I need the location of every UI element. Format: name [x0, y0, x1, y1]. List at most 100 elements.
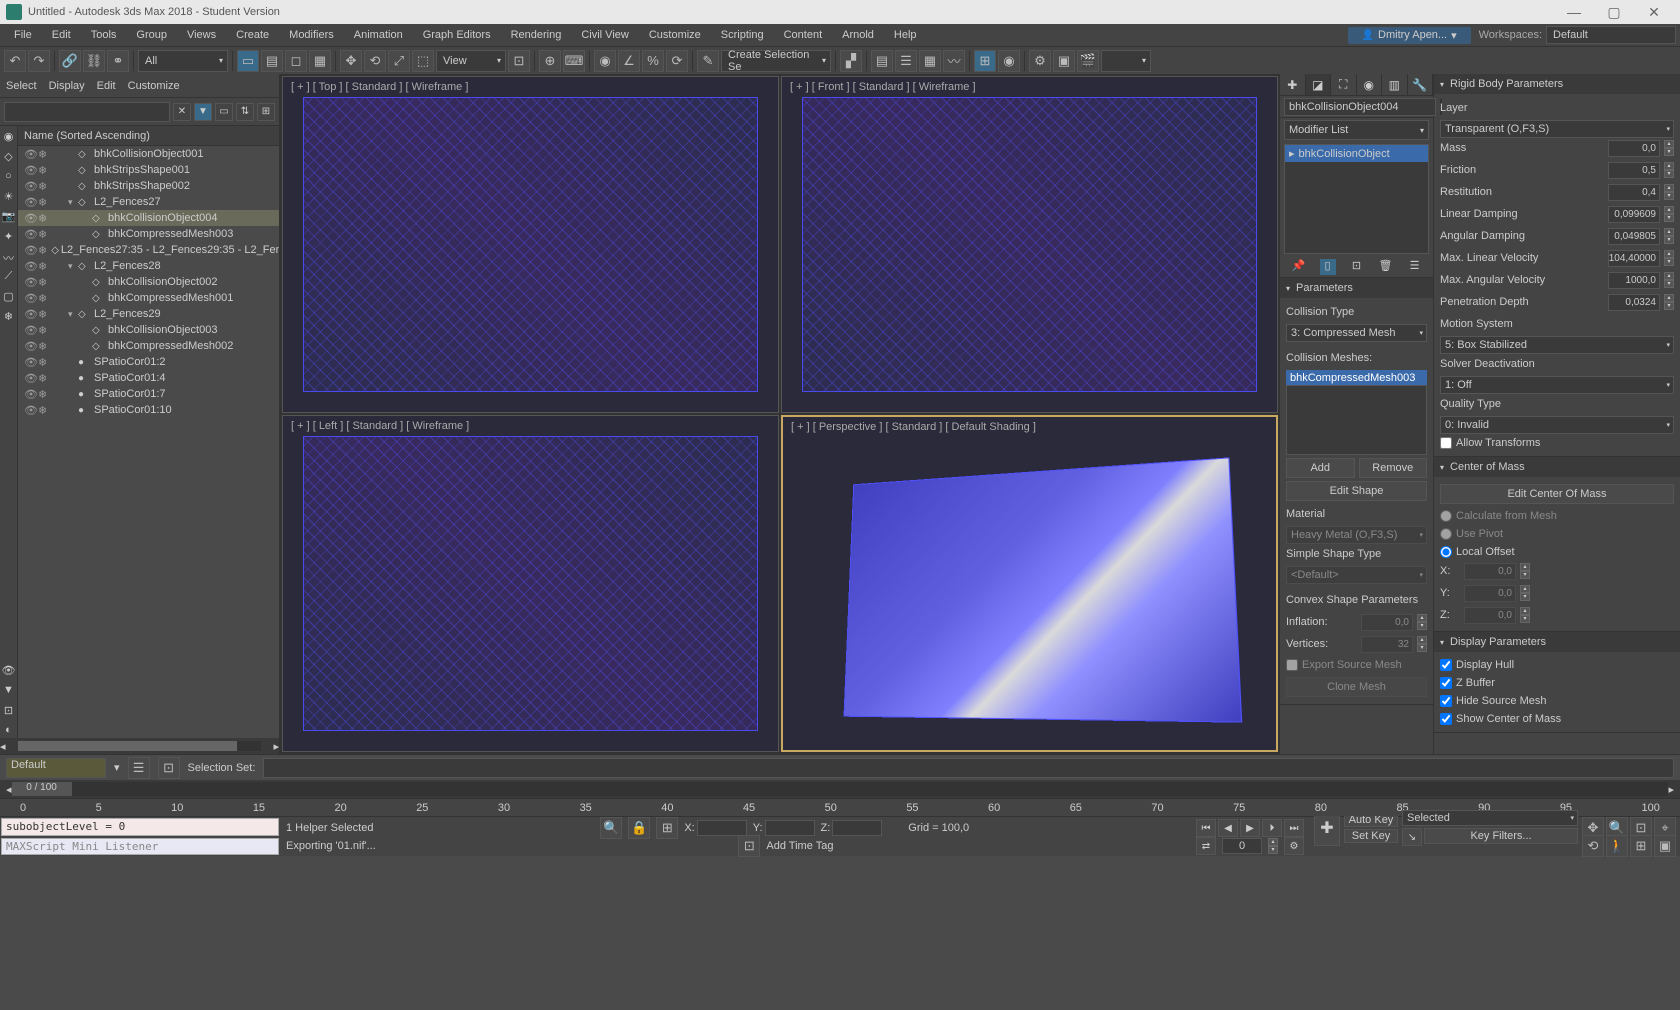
add-time-tag[interactable]: Add Time Tag: [766, 840, 833, 852]
motion-dropdown[interactable]: 5: Box Stabilized: [1440, 336, 1674, 354]
manipulate-button[interactable]: ⊕: [539, 50, 561, 72]
menu-views[interactable]: Views: [177, 27, 226, 43]
collision-type-dropdown[interactable]: 3: Compressed Mesh: [1286, 324, 1427, 342]
workspace-dropdown[interactable]: Default: [1546, 26, 1676, 44]
menu-tools[interactable]: Tools: [81, 27, 127, 43]
pendepth-spinner[interactable]: 0,0324: [1608, 294, 1660, 311]
undo-button[interactable]: ↶: [4, 50, 26, 72]
time-thumb[interactable]: 0 / 100: [12, 782, 72, 796]
link-button[interactable]: 🔗: [59, 50, 81, 72]
menu-animation[interactable]: Animation: [344, 27, 413, 43]
selection-filter-dropdown[interactable]: All: [138, 50, 228, 72]
filter-lock-icon[interactable]: ▼: [2, 684, 16, 698]
material-editor-button[interactable]: ◉: [998, 50, 1020, 72]
refcoord-dropdown[interactable]: View: [436, 50, 506, 72]
window-crossing-button[interactable]: ▦: [309, 50, 331, 72]
show-com-checkbox[interactable]: [1440, 713, 1452, 725]
viewport-perspective[interactable]: [ + ] [ Perspective ] [ Standard ] [ Def…: [781, 415, 1278, 752]
layers-icon[interactable]: ☰: [128, 757, 150, 779]
modify-tab[interactable]: ◪: [1306, 74, 1332, 95]
hierarchy-tab[interactable]: ⛶: [1331, 74, 1357, 95]
percent-snap-button[interactable]: %: [642, 50, 664, 72]
hide-source-checkbox[interactable]: [1440, 695, 1452, 707]
friction-spinner[interactable]: 0,5: [1608, 162, 1660, 179]
explorer-edit[interactable]: Edit: [97, 80, 116, 92]
render-setup-button[interactable]: ⚙: [1029, 50, 1051, 72]
maximize-button[interactable]: ▢: [1594, 4, 1634, 21]
remove-mod-button[interactable]: 🗑: [1378, 259, 1394, 275]
walk-button[interactable]: 🚶: [1606, 835, 1628, 857]
select-name-button[interactable]: ▤: [261, 50, 283, 72]
config-stack-button[interactable]: ☰: [1407, 259, 1423, 275]
filter-container-icon[interactable]: ▢: [2, 290, 16, 304]
filter-button[interactable]: ▼: [194, 103, 212, 121]
unique-button[interactable]: ⊡: [1349, 259, 1365, 275]
menu-scripting[interactable]: Scripting: [711, 27, 774, 43]
tree-item[interactable]: 👁❄◇bhkCollisionObject001: [18, 146, 279, 162]
lock-button[interactable]: 🔒: [628, 817, 650, 839]
menu-create[interactable]: Create: [226, 27, 279, 43]
move-button[interactable]: ✥: [340, 50, 362, 72]
tree-item[interactable]: 👁❄◇bhkCompressedMesh003: [18, 226, 279, 242]
menu-arnold[interactable]: Arnold: [832, 27, 884, 43]
menu-grapheditors[interactable]: Graph Editors: [413, 27, 501, 43]
viewport-top[interactable]: [ + ] [ Top ] [ Standard ] [ Wireframe ]: [282, 76, 779, 413]
menu-modifiers[interactable]: Modifiers: [279, 27, 344, 43]
menu-rendering[interactable]: Rendering: [501, 27, 572, 43]
edit-com-button[interactable]: Edit Center Of Mass: [1440, 484, 1674, 504]
maxlinv-spinner[interactable]: 104,40000: [1608, 250, 1660, 267]
edit-shape-button[interactable]: Edit Shape: [1286, 481, 1427, 501]
maxangv-spinner[interactable]: 1000,0: [1608, 272, 1660, 289]
object-name-input[interactable]: [1284, 98, 1436, 116]
viewport-front-label[interactable]: [ + ] [ Front ] [ Standard ] [ Wireframe…: [790, 81, 976, 93]
center-of-mass-rollout[interactable]: Center of Mass: [1434, 457, 1680, 477]
layer-set-input[interactable]: Default: [6, 758, 106, 778]
menu-help[interactable]: Help: [884, 27, 927, 43]
snap-button[interactable]: ◉: [594, 50, 616, 72]
local-radio[interactable]: [1440, 546, 1452, 558]
tree-item[interactable]: 👁❄▾◇L2_Fences28: [18, 258, 279, 274]
pivot-button[interactable]: ⊡: [508, 50, 530, 72]
tree-item[interactable]: 👁❄●SPatioCor01:4: [18, 370, 279, 386]
keyboard-button[interactable]: ⌨: [563, 50, 585, 72]
filter-shape-icon[interactable]: ○: [2, 170, 16, 184]
selection-set-dropdown[interactable]: [263, 758, 1674, 778]
quality-dropdown[interactable]: 0: Invalid: [1440, 416, 1674, 434]
menu-edit[interactable]: Edit: [42, 27, 81, 43]
explorer-select[interactable]: Select: [6, 80, 37, 92]
coord-y-input[interactable]: [765, 820, 815, 836]
filter-bone-icon[interactable]: ⟋: [2, 270, 16, 284]
schematic-view-button[interactable]: ⊞: [974, 50, 996, 72]
mass-spinner[interactable]: 0,0: [1608, 140, 1660, 157]
collision-mesh-item[interactable]: bhkCompressedMesh003: [1286, 370, 1427, 386]
menu-content[interactable]: Content: [774, 27, 833, 43]
explorer-customize[interactable]: Customize: [128, 80, 180, 92]
spinner-snap-button[interactable]: ⟳: [666, 50, 688, 72]
viewport-front[interactable]: [ + ] [ Front ] [ Standard ] [ Wireframe…: [781, 76, 1278, 413]
display-params-rollout[interactable]: Display Parameters: [1434, 632, 1680, 652]
zbuffer-checkbox[interactable]: [1440, 677, 1452, 689]
align-button[interactable]: ▤: [871, 50, 893, 72]
redo-button[interactable]: ↷: [28, 50, 50, 72]
tree-item[interactable]: 👁❄▾◇L2_Fences29: [18, 306, 279, 322]
solver-dropdown[interactable]: 1: Off: [1440, 376, 1674, 394]
tree-item[interactable]: 👁❄◇bhkStripsShape001: [18, 162, 279, 178]
user-badge[interactable]: Dmitry Apen...▾: [1348, 27, 1471, 44]
rigid-body-rollout[interactable]: Rigid Body Parameters: [1434, 74, 1680, 94]
script-output[interactable]: subobjectLevel = 0: [1, 818, 279, 836]
filter-group-icon[interactable]: ⊡: [2, 704, 16, 718]
viewport-left[interactable]: [ + ] [ Left ] [ Standard ] [ Wireframe …: [282, 415, 779, 752]
angdamp-spinner[interactable]: 0,049805: [1608, 228, 1660, 245]
filter-light-icon[interactable]: ☀: [2, 190, 16, 204]
tree-item[interactable]: 👁❄◇bhkCompressedMesh001: [18, 290, 279, 306]
current-frame-input[interactable]: [1222, 838, 1262, 854]
isolate-button[interactable]: 🔍: [600, 817, 622, 839]
key-mode-button[interactable]: ⇄: [1196, 837, 1216, 855]
filter-camera-icon[interactable]: 📷: [2, 210, 16, 224]
scale-button[interactable]: ⤢: [388, 50, 410, 72]
next-frame-button[interactable]: ⏵: [1262, 819, 1282, 837]
prev-frame-button[interactable]: ◀: [1218, 819, 1238, 837]
time-slider[interactable]: ◂ 0 / 100 ▸: [0, 780, 1680, 798]
menu-file[interactable]: File: [4, 27, 42, 43]
display-tab[interactable]: ▥: [1382, 74, 1408, 95]
